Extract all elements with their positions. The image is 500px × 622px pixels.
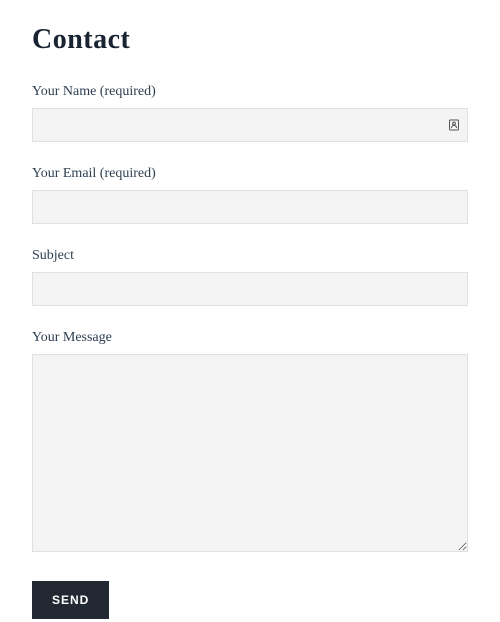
message-field-group: Your Message [32,330,468,557]
email-label: Your Email (required) [32,166,468,182]
name-input[interactable] [32,108,468,142]
send-button[interactable]: SEND [32,581,109,619]
message-label: Your Message [32,330,468,346]
email-field-group: Your Email (required) [32,166,468,224]
subject-input[interactable] [32,272,468,306]
page-title: Contact [32,24,468,56]
subject-label: Subject [32,248,468,264]
name-label: Your Name (required) [32,84,468,100]
subject-field-group: Subject [32,248,468,306]
name-field-group: Your Name (required) [32,84,468,142]
contact-form: Your Name (required) Your Email (require… [32,84,468,619]
name-input-wrapper [32,108,468,142]
email-input[interactable] [32,190,468,224]
message-textarea[interactable] [32,354,468,552]
